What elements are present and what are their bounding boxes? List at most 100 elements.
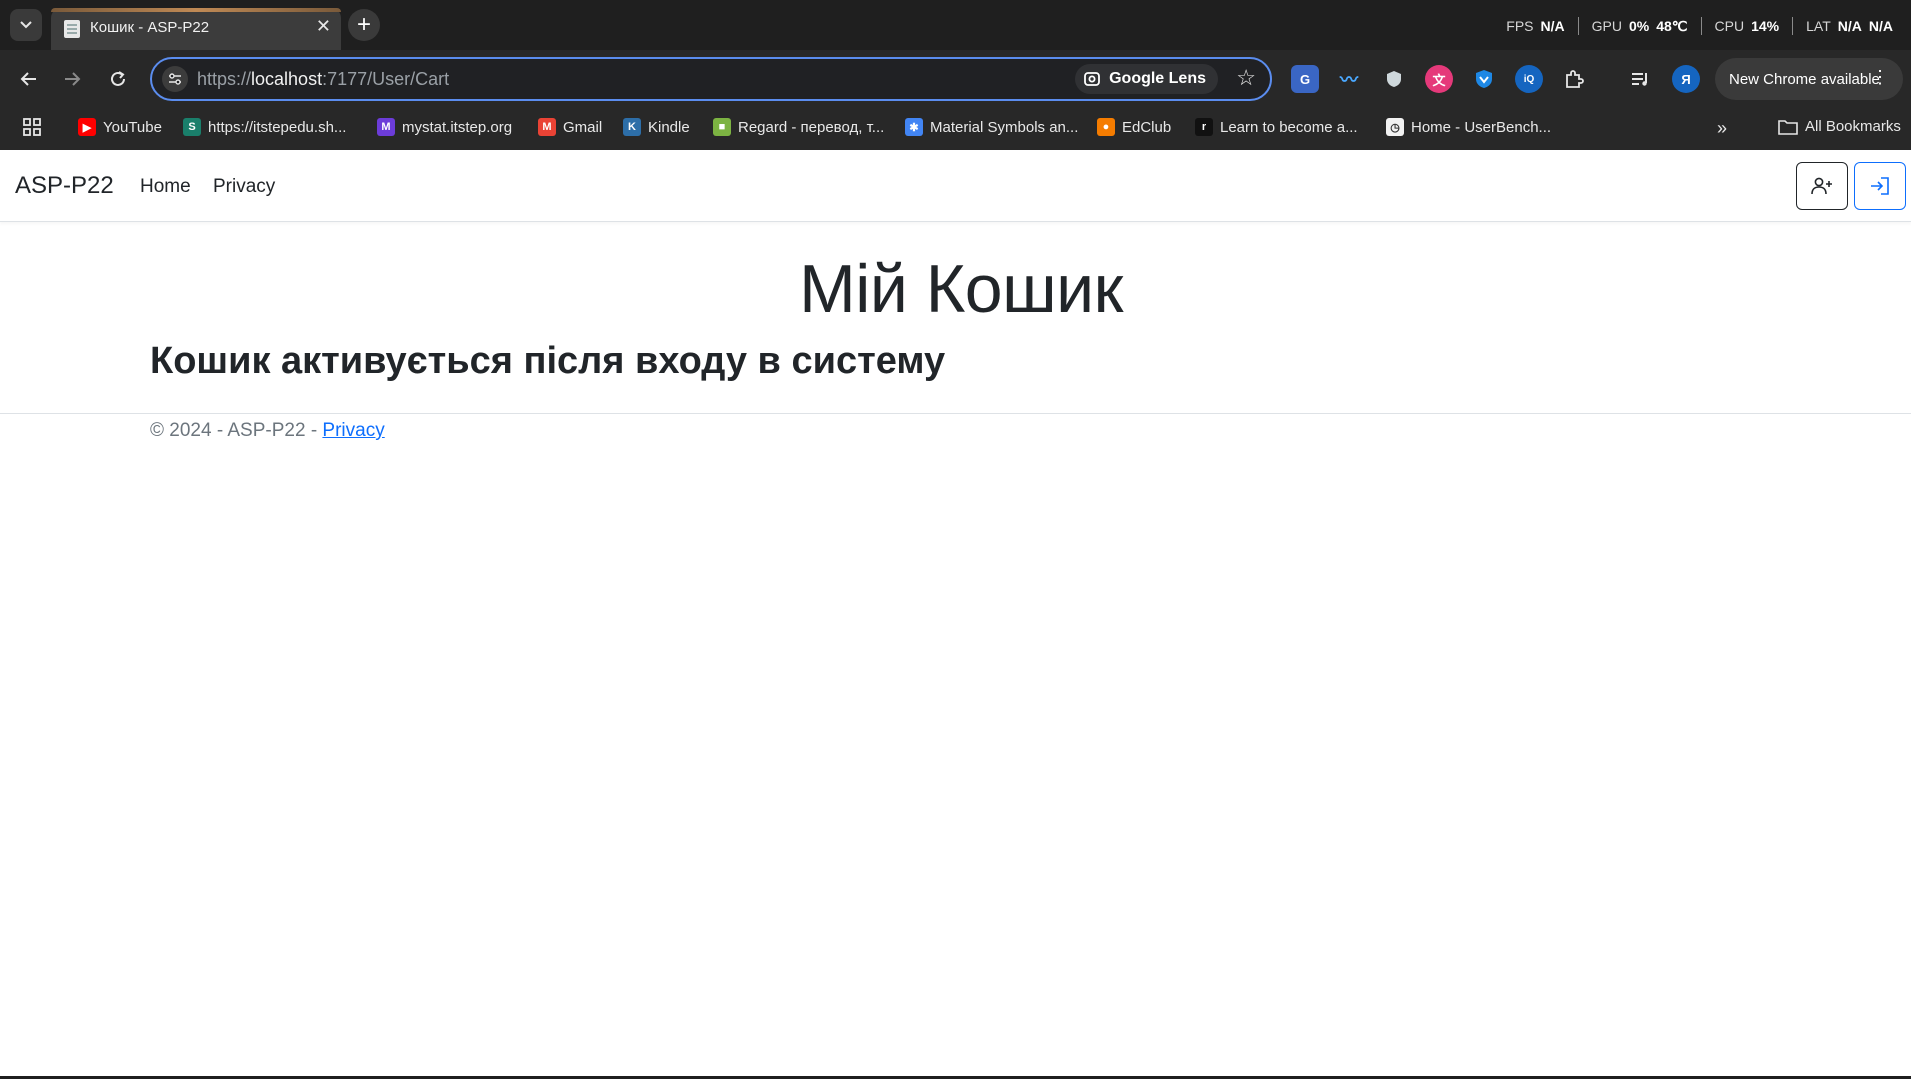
bookmark-item[interactable]: ✱ Material Symbols an... [905,118,1078,136]
tab-close-icon[interactable]: ✕ [316,16,331,37]
bookmark-item[interactable]: r Learn to become a... [1195,118,1358,136]
bookmark-item[interactable]: Shttps://itstepedu.sh... [183,118,346,136]
login-button[interactable] [1854,162,1906,210]
bookmark-item[interactable]: M Gmail [538,118,602,136]
new-tab-button[interactable]: + [348,9,380,41]
profile-avatar[interactable]: Я [1672,65,1700,93]
reload-button[interactable] [103,64,133,94]
fps-label: FPS [1506,18,1534,34]
bookmark-favicon-icon: M [377,118,395,136]
bookmark-item[interactable]: ■ Regard - перевод, т... [713,118,884,136]
url-text[interactable]: https://localhost:7177/User/Cart [197,69,449,90]
browser-tabstrip: Кошик - ASP-P22 ✕ + FPS N/A GPU 0% 48℃ C… [0,0,1911,50]
site-footer: © 2024 - ASP-P22 - Privacy [150,420,385,442]
address-bar[interactable]: https://localhost:7177/User/Cart Google … [150,57,1272,101]
bookmark-star-icon[interactable]: ☆ [1236,65,1256,91]
forward-button[interactable] [58,64,88,94]
footer-copyright: © 2024 - ASP-P22 - [150,420,323,441]
bookmark-item[interactable]: Mmystat.itstep.org [377,118,512,136]
folder-icon [1778,119,1798,135]
bookmark-label: YouTube [103,118,162,136]
site-navbar: ASP-P22 Home Privacy [0,150,1911,222]
login-icon [1871,177,1889,195]
tab-search-button[interactable] [10,9,42,41]
bookmark-label: Material Symbols an... [930,118,1079,136]
extensions-puzzle-icon[interactable] [1560,65,1588,93]
tune-icon [169,73,181,85]
bookmark-favicon-icon: K [623,118,641,136]
tab-title: Кошик - ASP-P22 [90,19,210,36]
lat-readout: LAT N/A N/A [1793,17,1893,35]
page-title: Мій Кошик [799,251,1123,327]
bookmark-favicon-icon: ▶ [78,118,96,136]
vpn-extension-icon[interactable] [1470,65,1498,93]
page-favicon-icon [64,20,80,38]
bookmark-item[interactable]: K Kindle [623,118,690,136]
apps-grid-icon[interactable] [22,117,42,137]
bookmark-label: Home - UserBench... [1411,118,1552,136]
gpu-readout: GPU 0% 48℃ [1579,17,1702,35]
site-info-icon[interactable] [162,66,188,92]
bookmark-label: Regard - перевод, т... [738,118,885,136]
bookmark-favicon-icon: S [183,118,201,136]
bookmark-label: Kindle [648,118,690,136]
bookmark-favicon-icon: r [1195,118,1213,136]
footer-privacy-link[interactable]: Privacy [322,420,384,441]
cpu-readout: CPU 14% [1702,17,1794,35]
bookmarks-overflow-icon[interactable]: » [1717,118,1727,139]
gpu-label: GPU [1591,18,1622,34]
iq-extension-icon[interactable]: iQ [1515,65,1543,93]
tab-active[interactable]: Кошик - ASP-P22 ✕ [51,8,341,50]
person-add-icon [1811,177,1832,195]
lat-label: LAT [1806,18,1831,34]
queue-music-icon [1632,73,1647,86]
reload-icon [111,71,125,86]
back-button[interactable] [13,64,43,94]
bookmark-label: https://itstepedu.sh... [208,118,347,136]
cart-login-message: Кошик активується після входу в систему [150,340,946,382]
gpu-value: 0% [1628,18,1650,34]
bookmark-favicon-icon: ◷ [1386,118,1404,136]
profile-initial: Я [1681,71,1691,87]
all-bookmarks-label: All Bookmarks [1805,118,1901,135]
wave-extension-icon[interactable]: 〰 [1335,65,1363,93]
bookmark-favicon-icon: ● [1097,118,1115,136]
bookmark-item[interactable]: ● EdClub [1097,118,1171,136]
chevron-down-icon [20,21,32,29]
translate-extension-icon[interactable]: G [1291,65,1319,93]
puzzle-icon [1566,70,1584,88]
all-bookmarks-button[interactable]: All Bookmarks [1778,118,1901,135]
shield-extension-icon[interactable] [1380,65,1408,93]
site-brand[interactable]: ASP-P22 [15,172,114,200]
extra-value: N/A [1868,18,1893,34]
browser-toolbar: https://localhost:7177/User/Cart Google … [0,50,1911,108]
google-lens-button[interactable]: Google Lens [1075,64,1218,94]
gpu-temp: 48℃ [1656,17,1688,34]
web-page: ASP-P22 Home Privacy Мій Кошик Кошик акт… [0,150,1911,1079]
tab-group-accent [51,8,341,12]
shield-icon [1387,71,1401,87]
lens-icon [1084,72,1100,86]
grid-icon [23,118,41,136]
nav-link-home[interactable]: Home [140,176,191,198]
reader-extension-icon[interactable]: 文 [1425,65,1453,93]
bookmark-item[interactable]: ◷ Home - UserBench... [1386,118,1551,136]
bookmark-favicon-icon: ■ [713,118,731,136]
signup-button[interactable] [1796,162,1848,210]
bookmark-favicon-icon: M [538,118,556,136]
arrow-left-icon [20,72,36,86]
bookmarks-bar: ▶ YouTube Shttps://itstepedu.sh... Mmystat.… [0,108,1911,150]
lat-value: N/A [1837,18,1862,34]
chrome-update-label: New Chrome available [1729,70,1880,88]
bookmark-label: Learn to become a... [1220,118,1358,136]
chrome-update-button[interactable]: New Chrome available ⋮ [1715,58,1903,100]
url-scheme: https:// [197,69,252,89]
bookmark-item[interactable]: ▶ YouTube [78,118,162,136]
performance-overlay: FPS N/A GPU 0% 48℃ CPU 14% LAT N/A N/A [1493,17,1893,35]
media-controls-icon[interactable] [1627,65,1655,93]
nav-link-privacy[interactable]: Privacy [213,176,275,198]
footer-divider [0,413,1911,414]
url-path: :7177/User/Cart [322,69,450,89]
bookmark-label: EdClub [1122,118,1172,136]
more-menu-icon[interactable]: ⋮ [1871,67,1889,88]
